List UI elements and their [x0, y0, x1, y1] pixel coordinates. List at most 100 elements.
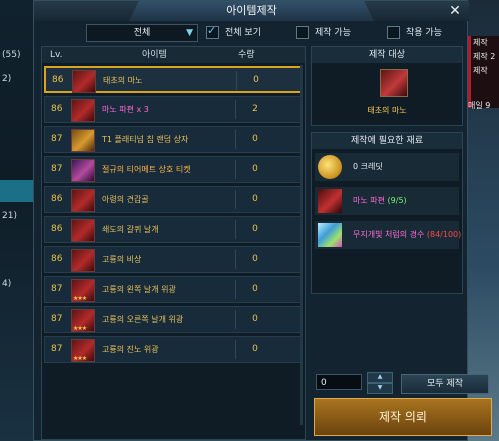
ticket-icon: [71, 159, 95, 182]
title-bar[interactable]: 아이템제작 ✕: [34, 1, 469, 21]
red-gem-icon: [72, 70, 96, 93]
material-name: 0 크레딧: [353, 162, 383, 171]
craft-all-button[interactable]: 모두 제작: [401, 374, 489, 394]
item-row[interactable]: 87 절규의 티어메트 상호 티켓 0: [44, 156, 302, 183]
row-name: 절규의 티어메트 상호 티켓: [102, 165, 191, 174]
rainbow-crystal-icon: [318, 223, 342, 247]
row-level: 86: [51, 224, 63, 234]
header-qty: 수량: [238, 50, 255, 60]
row-level: 87: [51, 344, 63, 354]
window-title: 아이템제작: [129, 1, 374, 21]
header-item: 아이템: [142, 50, 167, 60]
close-button[interactable]: ✕: [447, 3, 463, 19]
divider: [235, 130, 236, 149]
row-level: 87: [51, 164, 63, 174]
craft-target-title: 제작 대상: [312, 47, 462, 63]
row-level: 87: [51, 284, 63, 294]
checkbox-label: 제작 가능: [315, 28, 351, 38]
equippable-checkbox[interactable]: 착용 가능: [387, 26, 442, 40]
divider: [235, 160, 236, 179]
row-level: 86: [51, 194, 63, 204]
material-row: 무지개빛 처럼의 경수 (84/100): [315, 221, 461, 249]
red-fragment-icon: [318, 189, 342, 213]
item-row[interactable]: 87 ★★★ 고룡의 진노 위광 0: [44, 336, 302, 363]
row-qty: 0: [252, 314, 258, 324]
notice-line: 제작: [473, 38, 488, 47]
row-name: 고룡의 진노 위광: [102, 345, 159, 354]
red-wing-icon: ★★★: [71, 279, 95, 302]
quantity-down-button[interactable]: ▼: [367, 383, 393, 394]
divider: [235, 250, 236, 269]
checkbox-icon: [206, 24, 219, 39]
red-wing-icon: [71, 249, 95, 272]
checkbox-icon: [296, 26, 309, 39]
row-name: 고룡의 비상: [102, 255, 142, 264]
craft-request-button[interactable]: 제작 의뢰: [314, 398, 492, 436]
craft-detail-panel: 제작 대상 태초의 마노 제작에 필요한 재료 0 크레딧 마노 파편 (9/5…: [311, 46, 492, 438]
show-all-checkbox[interactable]: 전체 보기: [206, 24, 261, 40]
row-name: 고룡의 왼쪽 날개 위광: [102, 285, 176, 294]
category-value: 전체: [133, 28, 151, 38]
row-name: 마노 파편 x 3: [102, 105, 149, 114]
row-qty: 0: [252, 194, 258, 204]
row-qty: 0: [253, 75, 259, 85]
material-name: 무지개빛 처럼의 경수: [353, 230, 425, 239]
divider: [235, 190, 236, 209]
checkbox-label: 전체 보기: [225, 28, 261, 38]
treasure-chest-icon: [71, 129, 95, 152]
row-name: 쇄도의 갈퀴 날개: [102, 225, 159, 234]
row-level: 87: [51, 314, 63, 324]
row-name: T1 플래티넘 칩 랜덤 상자: [102, 135, 189, 144]
row-level: 86: [52, 75, 64, 85]
row-qty: 0: [252, 344, 258, 354]
star-rating-icon: ★★★: [73, 355, 87, 362]
item-row[interactable]: 86 쇄도의 갈퀴 날개 0: [44, 216, 302, 243]
divider: [236, 71, 237, 90]
quantity-input[interactable]: 0: [316, 374, 362, 390]
red-gem-icon: [380, 69, 408, 97]
checkbox-icon: [387, 26, 400, 39]
materials-box: 제작에 필요한 재료 0 크레딧 마노 파편 (9/5) 무지개빛 처럼의 경수…: [311, 132, 463, 294]
divider: [235, 280, 236, 299]
row-qty: 2: [252, 104, 258, 114]
material-row: 마노 파편 (9/5): [315, 187, 459, 215]
craft-target-name: 태초의 마노: [367, 106, 407, 115]
notice-line: 제작 2: [473, 52, 496, 61]
quantity-up-button[interactable]: ▲: [367, 372, 393, 383]
close-icon: ✕: [449, 3, 461, 19]
triangle-up-icon: ▲: [377, 373, 383, 380]
craftable-checkbox[interactable]: 제작 가능: [296, 26, 351, 40]
material-text: 무지개빛 처럼의 경수 (84/100): [353, 221, 461, 249]
item-row[interactable]: 87 T1 플래티넘 칩 랜덤 상자 0: [44, 126, 302, 153]
row-level: 86: [51, 104, 63, 114]
row-level: 86: [51, 254, 63, 264]
category-dropdown[interactable]: 전체 ▼: [86, 24, 198, 42]
divider: [235, 310, 236, 329]
divider: [235, 220, 236, 239]
gold-coin-icon: [318, 155, 342, 179]
triangle-down-icon: ▼: [186, 28, 193, 38]
red-wing-icon: ★★★: [71, 309, 95, 332]
list-header: Lv. 아이템 수량: [42, 47, 305, 63]
filter-bar: 전체 ▼ 전체 보기 제작 가능 착용 가능: [34, 23, 469, 43]
item-row[interactable]: 86 태초의 마노 0: [44, 66, 302, 93]
item-row[interactable]: 86 마노 파편 x 3 2: [44, 96, 302, 123]
item-row[interactable]: 87 ★★★ 고룡의 왼쪽 날개 위광 0: [44, 276, 302, 303]
material-row: 0 크레딧: [315, 153, 459, 181]
material-name: 마노 파편: [353, 196, 385, 205]
red-wing-icon: [71, 219, 95, 242]
item-row[interactable]: 86 고룡의 비상 0: [44, 246, 302, 273]
item-row[interactable]: 86 아령의 견갑골 0: [44, 186, 302, 213]
row-level: 87: [51, 134, 63, 144]
row-qty: 0: [252, 254, 258, 264]
red-fragment-icon: [71, 99, 95, 122]
item-craft-window: 아이템제작 ✕ 전체 ▼ 전체 보기 제작 가능 착용 가능 Lv. 아이템 수…: [33, 0, 492, 441]
row-qty: 0: [252, 164, 258, 174]
header-lv: Lv.: [50, 50, 63, 60]
item-row[interactable]: 87 ★★★ 고룡의 오른쪽 날개 위광 0: [44, 306, 302, 333]
star-rating-icon: ★★★: [73, 295, 87, 302]
row-name: 아령의 견갑골: [102, 195, 149, 204]
list-scrollbar[interactable]: [300, 65, 303, 425]
red-wing-icon: [71, 189, 95, 212]
divider: [235, 100, 236, 119]
